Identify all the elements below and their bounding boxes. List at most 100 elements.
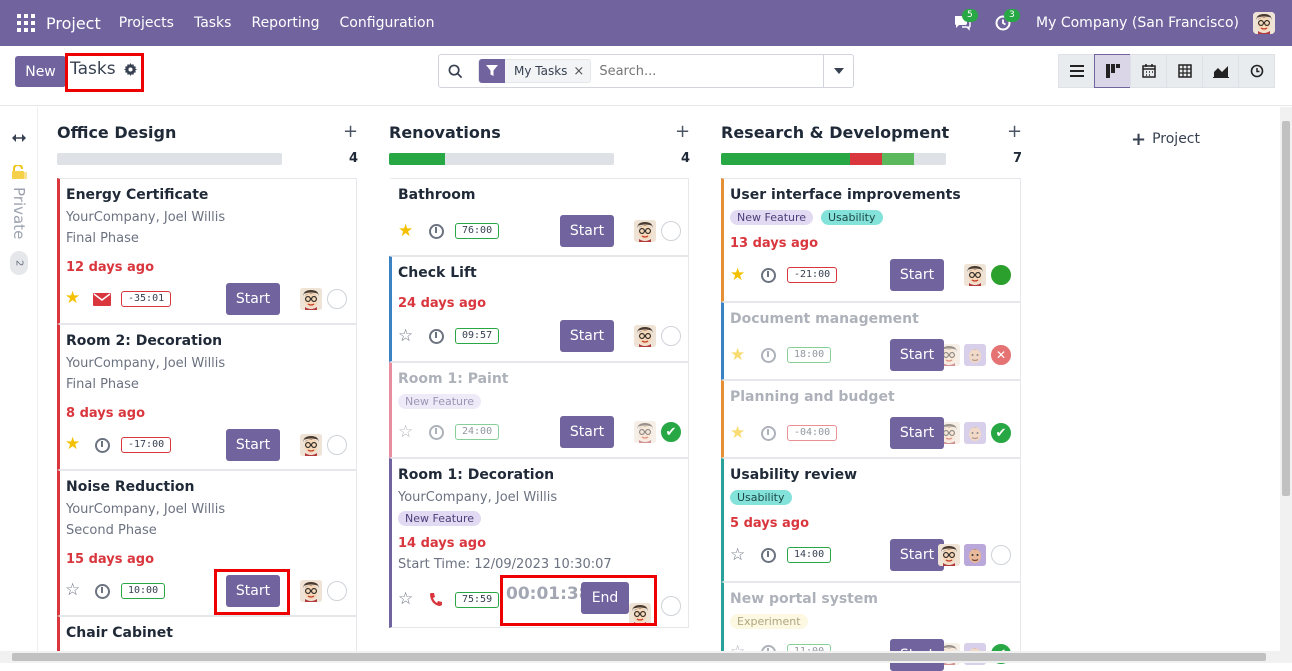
activity-clock-icon[interactable] — [429, 425, 444, 440]
column-progress-bar[interactable] — [721, 153, 946, 165]
start-timer-button[interactable]: Start — [560, 320, 614, 352]
app-name[interactable]: Project — [46, 14, 101, 33]
kanban-view-button[interactable] — [1094, 54, 1131, 88]
envelope-icon[interactable] — [93, 293, 111, 306]
expand-arrows-icon[interactable] — [12, 133, 26, 143]
star-icon[interactable]: ★ — [65, 436, 80, 453]
task-card[interactable]: Room 2: Decoration YourCompany, Joel Wil… — [57, 324, 357, 470]
kanban-state-dot[interactable] — [991, 545, 1011, 565]
activity-view-button[interactable] — [1238, 54, 1275, 88]
task-card[interactable]: Room 1: Paint New Feature ☆ 24:00 Start … — [389, 362, 689, 458]
star-icon[interactable]: ★ — [730, 267, 745, 284]
activity-clock-icon[interactable] — [761, 348, 776, 363]
search-options-toggle[interactable] — [823, 55, 853, 87]
scrollbar-thumb[interactable] — [1282, 121, 1290, 496]
gear-icon[interactable] — [123, 62, 137, 76]
progress-done-segment[interactable] — [389, 153, 445, 165]
task-card[interactable]: Check Lift 24 days ago ☆ 09:57 Start — [389, 256, 689, 362]
star-icon[interactable]: ★ — [730, 425, 745, 442]
done-check-icon[interactable]: ✔ — [991, 423, 1011, 443]
progress-ready-segment[interactable] — [882, 153, 914, 165]
star-outline-icon[interactable]: ☆ — [398, 424, 413, 441]
messages-button[interactable]: 5 — [952, 9, 978, 34]
user-avatar[interactable] — [1253, 12, 1275, 34]
calendar-view-button[interactable] — [1130, 54, 1167, 88]
menu-tasks[interactable]: Tasks — [194, 15, 232, 31]
kanban-state-dot[interactable] — [661, 221, 681, 241]
assignee-avatar[interactable] — [634, 220, 656, 242]
new-button[interactable]: New — [15, 56, 66, 87]
column-title[interactable]: Office Design — [57, 123, 176, 142]
add-task-icon[interactable]: + — [1007, 121, 1022, 142]
start-timer-button[interactable]: Start — [560, 416, 614, 448]
column-title[interactable]: Renovations — [389, 123, 501, 142]
task-card[interactable]: Planning and budget ★ -04:00 Start ✔ — [721, 380, 1021, 458]
menu-configuration[interactable]: Configuration — [340, 15, 435, 31]
activity-clock-icon[interactable] — [761, 548, 776, 563]
activity-clock-icon[interactable] — [761, 426, 776, 441]
search-input[interactable] — [599, 63, 820, 79]
start-timer-button[interactable]: Start — [226, 283, 280, 315]
menu-reporting[interactable]: Reporting — [251, 15, 319, 31]
star-outline-icon[interactable]: ☆ — [398, 328, 413, 345]
star-outline-icon[interactable]: ☆ — [398, 591, 413, 608]
start-timer-button[interactable]: Start — [890, 259, 944, 291]
star-outline-icon[interactable]: ☆ — [65, 582, 80, 599]
assignee-avatar[interactable] — [964, 264, 986, 286]
column-progress-bar[interactable] — [57, 153, 282, 165]
task-card[interactable]: Usability review Usability 5 days ago ☆ … — [721, 458, 1021, 582]
kanban-state-dot[interactable] — [661, 326, 681, 346]
assignee-avatar[interactable] — [964, 544, 986, 566]
kanban-state-dot[interactable] — [661, 596, 681, 616]
start-timer-button[interactable]: Start — [226, 429, 280, 461]
activities-button[interactable]: 3 — [994, 9, 1020, 34]
progress-blocked-segment[interactable] — [850, 153, 882, 165]
cancelled-x-icon[interactable]: ✕ — [991, 345, 1011, 365]
star-icon[interactable]: ★ — [730, 347, 745, 364]
activity-clock-icon[interactable] — [95, 438, 110, 453]
assignee-avatar[interactable] — [634, 421, 656, 443]
start-timer-button[interactable]: Start — [890, 417, 944, 449]
horizontal-scrollbar[interactable] — [0, 651, 1292, 663]
star-icon[interactable]: ★ — [398, 223, 413, 240]
assignee-avatar[interactable] — [964, 422, 986, 444]
column-title[interactable]: Research & Development — [721, 123, 949, 142]
assignee-avatar[interactable] — [300, 580, 322, 602]
column-progress-bar[interactable] — [389, 153, 614, 165]
assignee-avatar[interactable] — [300, 434, 322, 456]
menu-projects[interactable]: Projects — [119, 15, 174, 31]
task-card[interactable]: Energy Certificate YourCompany, Joel Wil… — [57, 178, 357, 324]
kanban-state-dot[interactable] — [327, 435, 347, 455]
start-timer-button[interactable]: Start — [226, 575, 280, 607]
assignee-avatar[interactable] — [629, 603, 651, 625]
progress-done-segment[interactable] — [721, 153, 850, 165]
scrollbar-thumb[interactable] — [12, 653, 1266, 661]
assignee-avatar[interactable] — [634, 325, 656, 347]
assignee-avatar[interactable] — [938, 544, 960, 566]
task-card[interactable]: Bathroom ★ 76:00 Start — [389, 178, 689, 256]
end-timer-button[interactable]: End — [581, 582, 629, 614]
activity-clock-icon[interactable] — [95, 584, 110, 599]
kanban-state-dot[interactable] — [991, 265, 1011, 285]
start-timer-button[interactable]: Start — [890, 339, 944, 371]
activity-clock-icon[interactable] — [429, 224, 444, 239]
task-card[interactable]: New portal system Experiment ☆ 11:00 Sta… — [721, 582, 1021, 671]
company-switcher[interactable]: My Company (San Francisco) — [1036, 15, 1239, 31]
task-card[interactable]: Noise Reduction YourCompany, Joel Willis… — [57, 470, 357, 616]
star-outline-icon[interactable]: ☆ — [730, 547, 745, 564]
task-card[interactable]: Chair Cabinet — [57, 616, 357, 656]
folded-column[interactable]: Private 2 — [0, 107, 38, 652]
star-icon[interactable]: ★ — [65, 290, 80, 307]
search-icon[interactable] — [448, 64, 463, 79]
vertical-scrollbar[interactable] — [1280, 107, 1292, 652]
apps-menu-icon[interactable] — [17, 14, 35, 32]
add-task-icon[interactable]: + — [343, 121, 358, 142]
task-card[interactable]: User interface improvements New Feature … — [721, 178, 1021, 302]
activity-clock-icon[interactable] — [429, 329, 444, 344]
list-view-button[interactable] — [1058, 54, 1095, 88]
task-card[interactable]: Document management ★ 18:00 Start ✕ — [721, 302, 1021, 380]
phone-icon[interactable] — [429, 592, 443, 607]
start-timer-button[interactable]: Start — [560, 215, 614, 247]
start-timer-button[interactable]: Start — [890, 539, 944, 571]
add-task-icon[interactable]: + — [675, 121, 690, 142]
